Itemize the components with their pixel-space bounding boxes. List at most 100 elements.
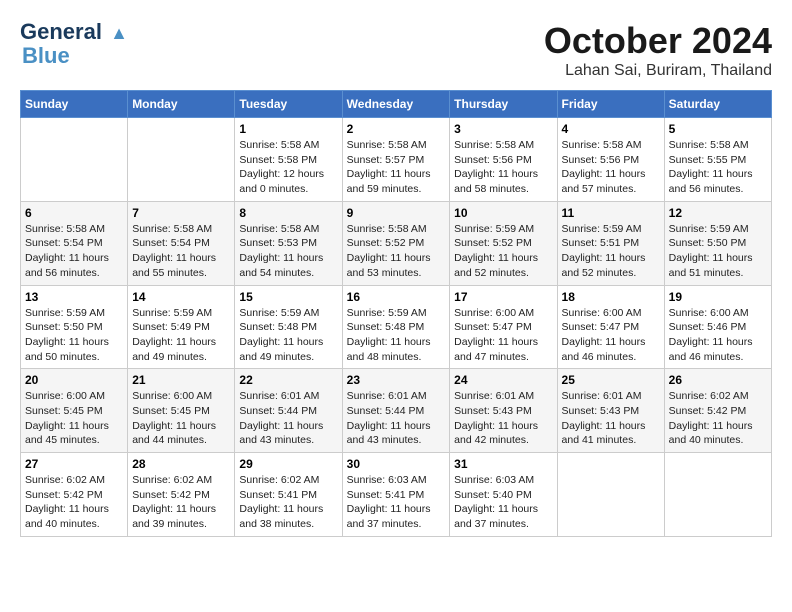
day-number: 14	[132, 290, 230, 304]
cell-content: Sunrise: 6:03 AMSunset: 5:40 PMDaylight:…	[454, 473, 552, 532]
cell-content: Sunrise: 5:59 AMSunset: 5:50 PMDaylight:…	[25, 306, 123, 365]
day-number: 16	[347, 290, 446, 304]
day-number: 9	[347, 206, 446, 220]
calendar-week-row: 1 Sunrise: 5:58 AMSunset: 5:58 PMDaylight…	[21, 118, 772, 202]
day-number: 7	[132, 206, 230, 220]
calendar-table: SundayMondayTuesdayWednesdayThursdayFrid…	[20, 90, 772, 537]
calendar-cell: 1 Sunrise: 5:58 AMSunset: 5:58 PMDaylight…	[235, 118, 342, 202]
calendar-cell: 20 Sunrise: 6:00 AMSunset: 5:45 PMDayligh…	[21, 369, 128, 453]
cell-content: Sunrise: 5:58 AMSunset: 5:53 PMDaylight:…	[239, 222, 337, 281]
cell-content: Sunrise: 5:58 AMSunset: 5:55 PMDaylight:…	[669, 138, 767, 197]
calendar-cell: 22 Sunrise: 6:01 AMSunset: 5:44 PMDayligh…	[235, 369, 342, 453]
calendar-cell: 9 Sunrise: 5:58 AMSunset: 5:52 PMDaylight…	[342, 201, 450, 285]
cell-content: Sunrise: 5:59 AMSunset: 5:50 PMDaylight:…	[669, 222, 767, 281]
calendar-cell: 8 Sunrise: 5:58 AMSunset: 5:53 PMDaylight…	[235, 201, 342, 285]
cell-content: Sunrise: 5:58 AMSunset: 5:58 PMDaylight:…	[239, 138, 337, 197]
day-number: 23	[347, 373, 446, 387]
day-number: 15	[239, 290, 337, 304]
day-number: 20	[25, 373, 123, 387]
cell-content: Sunrise: 5:59 AMSunset: 5:48 PMDaylight:…	[347, 306, 446, 365]
location-title: Lahan Sai, Buriram, Thailand	[544, 62, 772, 80]
day-header-friday: Friday	[557, 91, 664, 118]
calendar-cell: 5 Sunrise: 5:58 AMSunset: 5:55 PMDaylight…	[664, 118, 771, 202]
cell-content: Sunrise: 6:01 AMSunset: 5:43 PMDaylight:…	[454, 389, 552, 448]
cell-content: Sunrise: 5:58 AMSunset: 5:52 PMDaylight:…	[347, 222, 446, 281]
cell-content: Sunrise: 6:00 AMSunset: 5:45 PMDaylight:…	[25, 389, 123, 448]
calendar-cell: 10 Sunrise: 5:59 AMSunset: 5:52 PMDayligh…	[450, 201, 557, 285]
day-number: 10	[454, 206, 552, 220]
day-number: 24	[454, 373, 552, 387]
calendar-cell: 4Sunrise: 5:58 AMSunset: 5:56 PMDaylight…	[557, 118, 664, 202]
calendar-week-row: 6 Sunrise: 5:58 AMSunset: 5:54 PMDaylight…	[21, 201, 772, 285]
day-header-tuesday: Tuesday	[235, 91, 342, 118]
calendar-cell	[664, 453, 771, 537]
month-title: October 2024	[544, 20, 772, 62]
day-number: 19	[669, 290, 767, 304]
calendar-cell	[21, 118, 128, 202]
calendar-header-row: SundayMondayTuesdayWednesdayThursdayFrid…	[21, 91, 772, 118]
cell-content: Sunrise: 5:58 AMSunset: 5:56 PMDaylight:…	[454, 138, 552, 197]
cell-content: Sunrise: 5:59 AMSunset: 5:48 PMDaylight:…	[239, 306, 337, 365]
calendar-cell: 15 Sunrise: 5:59 AMSunset: 5:48 PMDayligh…	[235, 285, 342, 369]
calendar-cell: 14 Sunrise: 5:59 AMSunset: 5:49 PMDayligh…	[128, 285, 235, 369]
day-header-thursday: Thursday	[450, 91, 557, 118]
day-number: 8	[239, 206, 337, 220]
page-header: General ▲ Blue October 2024 Lahan Sai, B…	[20, 20, 772, 80]
day-number: 6	[25, 206, 123, 220]
calendar-cell: 12 Sunrise: 5:59 AMSunset: 5:50 PMDayligh…	[664, 201, 771, 285]
day-header-monday: Monday	[128, 91, 235, 118]
logo-blue: Blue	[22, 44, 70, 68]
calendar-cell: 21 Sunrise: 6:00 AMSunset: 5:45 PMDayligh…	[128, 369, 235, 453]
cell-content: Sunrise: 5:59 AMSunset: 5:51 PMDaylight:…	[562, 222, 660, 281]
logo: General ▲ Blue	[20, 20, 128, 68]
cell-content: Sunrise: 5:58 AMSunset: 5:56 PMDaylight:…	[562, 138, 660, 197]
day-number: 22	[239, 373, 337, 387]
day-header-wednesday: Wednesday	[342, 91, 450, 118]
calendar-cell: 28 Sunrise: 6:02 AMSunset: 5:42 PMDayligh…	[128, 453, 235, 537]
day-number: 27	[25, 457, 123, 471]
cell-content: Sunrise: 5:58 AMSunset: 5:54 PMDaylight:…	[25, 222, 123, 281]
calendar-cell	[557, 453, 664, 537]
calendar-cell: 18 Sunrise: 6:00 AMSunset: 5:47 PMDayligh…	[557, 285, 664, 369]
day-header-sunday: Sunday	[21, 91, 128, 118]
day-number: 30	[347, 457, 446, 471]
cell-content: Sunrise: 6:01 AMSunset: 5:43 PMDaylight:…	[562, 389, 660, 448]
calendar-cell: 26Sunrise: 6:02 AMSunset: 5:42 PMDayligh…	[664, 369, 771, 453]
day-number: 1	[239, 122, 337, 136]
cell-content: Sunrise: 6:02 AMSunset: 5:42 PMDaylight:…	[669, 389, 767, 448]
logo-text: General ▲	[20, 20, 128, 44]
cell-content: Sunrise: 5:58 AMSunset: 5:54 PMDaylight:…	[132, 222, 230, 281]
calendar-cell: 31 Sunrise: 6:03 AMSunset: 5:40 PMDayligh…	[450, 453, 557, 537]
day-number: 3	[454, 122, 552, 136]
day-number: 28	[132, 457, 230, 471]
cell-content: Sunrise: 5:59 AMSunset: 5:52 PMDaylight:…	[454, 222, 552, 281]
day-number: 21	[132, 373, 230, 387]
calendar-cell: 11 Sunrise: 5:59 AMSunset: 5:51 PMDayligh…	[557, 201, 664, 285]
calendar-week-row: 20 Sunrise: 6:00 AMSunset: 5:45 PMDayligh…	[21, 369, 772, 453]
day-number: 17	[454, 290, 552, 304]
calendar-cell: 25Sunrise: 6:01 AMSunset: 5:43 PMDayligh…	[557, 369, 664, 453]
cell-content: Sunrise: 6:02 AMSunset: 5:42 PMDaylight:…	[25, 473, 123, 532]
calendar-week-row: 13Sunrise: 5:59 AMSunset: 5:50 PMDayligh…	[21, 285, 772, 369]
day-number: 5	[669, 122, 767, 136]
cell-content: Sunrise: 6:02 AMSunset: 5:42 PMDaylight:…	[132, 473, 230, 532]
cell-content: Sunrise: 5:58 AMSunset: 5:57 PMDaylight:…	[347, 138, 446, 197]
calendar-cell: 19Sunrise: 6:00 AMSunset: 5:46 PMDayligh…	[664, 285, 771, 369]
day-number: 31	[454, 457, 552, 471]
day-number: 11	[562, 206, 660, 220]
cell-content: Sunrise: 6:00 AMSunset: 5:47 PMDaylight:…	[562, 306, 660, 365]
day-number: 29	[239, 457, 337, 471]
cell-content: Sunrise: 5:59 AMSunset: 5:49 PMDaylight:…	[132, 306, 230, 365]
cell-content: Sunrise: 6:01 AMSunset: 5:44 PMDaylight:…	[347, 389, 446, 448]
title-block: October 2024 Lahan Sai, Buriram, Thailan…	[544, 20, 772, 80]
calendar-cell: 24 Sunrise: 6:01 AMSunset: 5:43 PMDayligh…	[450, 369, 557, 453]
calendar-cell: 13Sunrise: 5:59 AMSunset: 5:50 PMDayligh…	[21, 285, 128, 369]
day-header-saturday: Saturday	[664, 91, 771, 118]
cell-content: Sunrise: 6:00 AMSunset: 5:45 PMDaylight:…	[132, 389, 230, 448]
day-number: 18	[562, 290, 660, 304]
cell-content: Sunrise: 6:01 AMSunset: 5:44 PMDaylight:…	[239, 389, 337, 448]
cell-content: Sunrise: 6:02 AMSunset: 5:41 PMDaylight:…	[239, 473, 337, 532]
day-number: 2	[347, 122, 446, 136]
calendar-cell: 6 Sunrise: 5:58 AMSunset: 5:54 PMDaylight…	[21, 201, 128, 285]
day-number: 12	[669, 206, 767, 220]
